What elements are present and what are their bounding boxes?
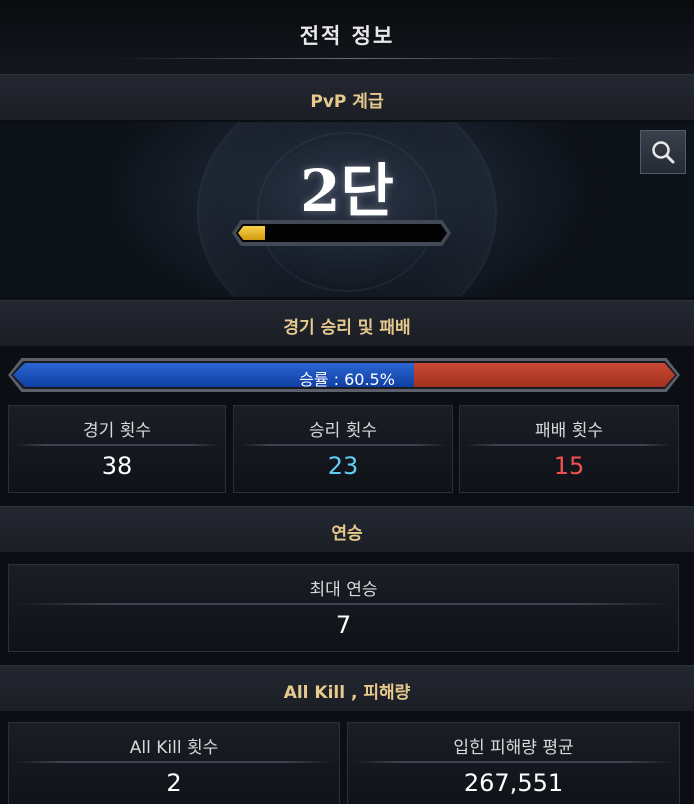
losses-value: 15 [553, 452, 585, 480]
rank-value: 2단 [300, 157, 394, 225]
allkill-count-label: All Kill 횟수 [129, 738, 219, 758]
avg-damage-box: 입힌 피해량 평균 267,551 [347, 722, 680, 804]
wins-label: 승리 횟수 [309, 421, 377, 441]
rank-search-button[interactable] [640, 130, 686, 174]
search-icon [652, 141, 675, 164]
page-title: 전적 정보 [299, 24, 395, 48]
allkill-count-value: 2 [166, 769, 182, 797]
stat-divider [15, 761, 333, 763]
page-title-bar: 전적 정보 [0, 0, 694, 74]
stat-divider [15, 444, 219, 446]
rank-section-header: PvP 계급 [0, 74, 694, 120]
allkill-section-header: All Kill , 피해량 [0, 665, 694, 711]
losses-box: 패배 횟수 15 [459, 405, 679, 493]
rank-section-title: PvP 계급 [310, 92, 384, 112]
matches-played-label: 경기 횟수 [83, 421, 151, 441]
avg-damage-value: 267,551 [463, 769, 564, 797]
rank-progress-fill [238, 226, 265, 240]
max-streak-label: 최대 연승 [309, 580, 378, 600]
title-divider [110, 58, 584, 59]
allkill-section-title: All Kill , 피해량 [283, 683, 411, 703]
results-section-title: 경기 승리 및 패배 [283, 318, 411, 338]
streak-section-header: 연승 [0, 506, 694, 552]
win-rate-label: 승률 : 60.5% [299, 370, 395, 389]
stat-divider [466, 444, 672, 446]
max-streak-box: 최대 연승 7 [8, 564, 679, 652]
avg-damage-label: 입힌 피해량 평균 [453, 738, 574, 758]
stat-divider [240, 444, 446, 446]
matches-played-value: 38 [101, 452, 133, 480]
rank-panel: 2단 [0, 122, 694, 297]
losses-label: 패배 횟수 [535, 421, 603, 441]
allkill-count-box: All Kill 횟수 2 [8, 722, 340, 804]
wins-value: 23 [327, 452, 359, 480]
stat-divider [354, 761, 673, 763]
matches-played-box: 경기 횟수 38 [8, 405, 226, 493]
max-streak-value: 7 [335, 611, 352, 639]
streak-section-title: 연승 [331, 524, 363, 544]
wins-box: 승리 횟수 23 [233, 405, 453, 493]
stat-divider [15, 603, 672, 605]
results-section-header: 경기 승리 및 패배 [0, 300, 694, 346]
rank-progress-track [236, 224, 447, 242]
